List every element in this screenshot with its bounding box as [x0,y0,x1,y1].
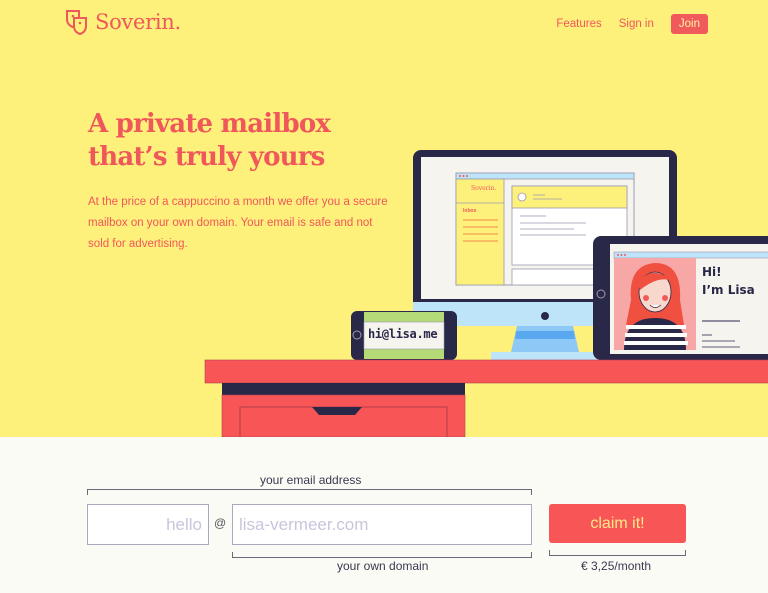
monitor-inbox-label: Inbox [463,208,477,214]
monitor-app-brand: Soverin. [471,185,497,192]
nav-features[interactable]: Features [556,18,601,30]
nav-sign-in[interactable]: Sign in [619,18,654,30]
email-local-input[interactable] [87,504,209,545]
email-bracket [87,489,532,495]
domain-input[interactable] [232,504,532,545]
price-label: € 3,25/month [581,559,652,573]
hero-section: Soverin. Inbox hi@lisa.me Hi! I’m Lisa S… [0,0,768,437]
desk [204,359,768,437]
domain-label: your own domain [337,559,429,573]
domain-bracket [232,552,532,558]
phone-email-text: hi@lisa.me [368,327,438,341]
tablet-illustration [593,236,768,360]
hero-description: At the price of a cappuccino a month we … [88,196,388,250]
top-nav: Features Sign in Join [556,14,708,34]
brand-name: Soverin. [95,10,181,34]
tablet-greeting-2: I’m Lisa [702,283,755,297]
shield-logo-icon [66,10,87,36]
join-button[interactable]: Join [670,14,708,34]
headline-line-1: A private mailbox [88,109,331,139]
tablet-greeting-1: Hi! [702,265,722,279]
headline-line-2: that’s truly yours [88,142,325,172]
page-title: A private mailbox that’s truly yours [88,108,418,174]
brand-logo[interactable]: Soverin. [64,8,181,36]
claim-button[interactable]: claim it! [549,504,686,543]
email-address-label: your email address [260,473,362,487]
price-bracket [549,550,686,556]
at-symbol: @ [214,516,227,530]
signup-form: your email address @ your own domain cla… [0,437,768,593]
